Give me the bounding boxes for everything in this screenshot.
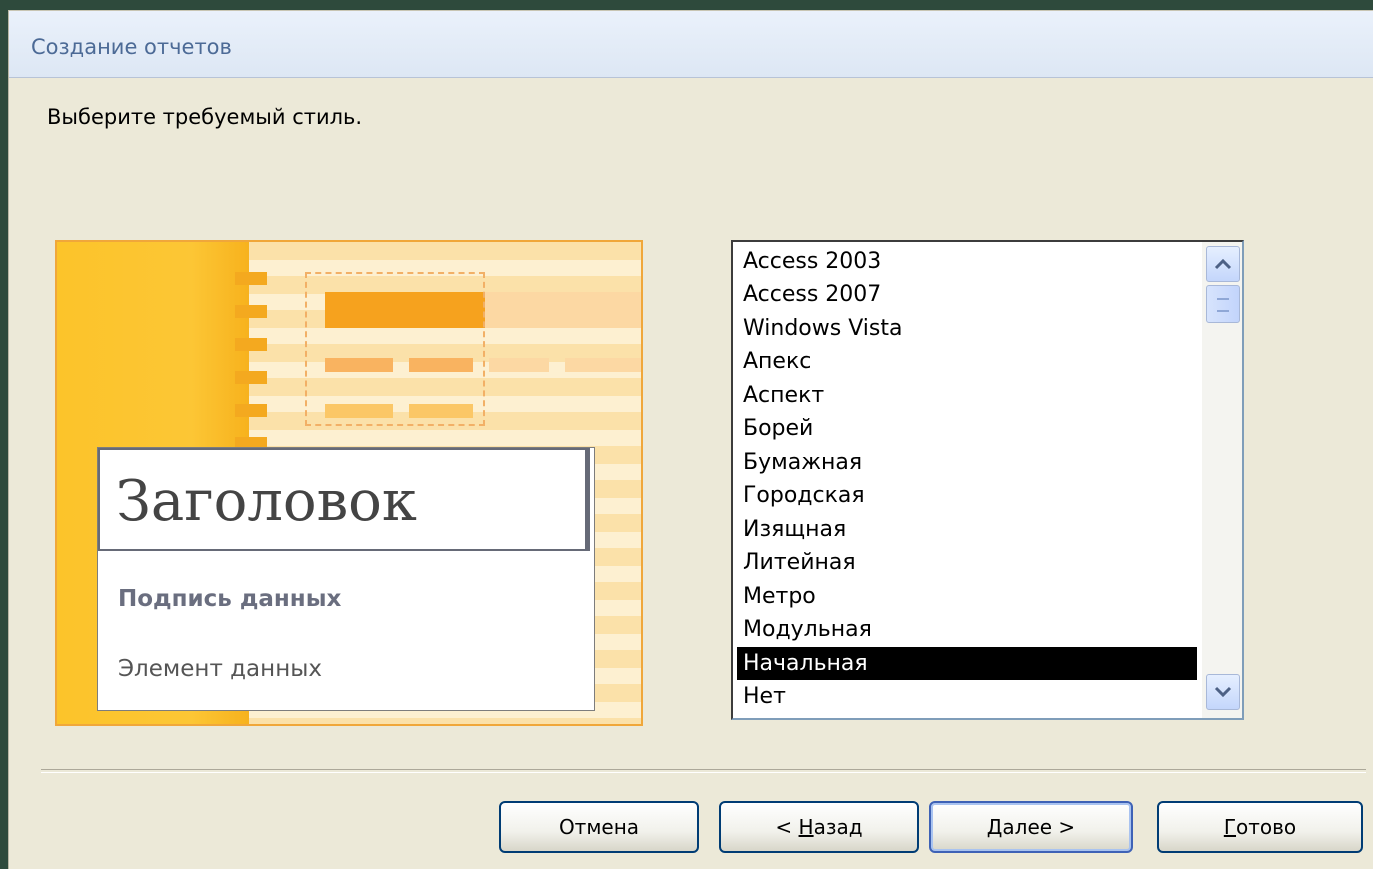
preview-caption: Подпись данных <box>118 586 342 612</box>
finish-button[interactable]: Готово <box>1157 801 1363 853</box>
finish-button-mnemonic: Г <box>1223 815 1237 839</box>
style-option[interactable]: Изящная <box>737 513 1197 546</box>
style-option[interactable]: Модульная <box>737 613 1197 646</box>
chevron-down-icon[interactable] <box>1206 674 1240 710</box>
style-option[interactable]: Бумажная <box>737 446 1197 479</box>
style-option-selected[interactable]: Начальная <box>737 647 1197 680</box>
style-option[interactable]: Нет <box>737 680 1197 713</box>
style-option[interactable]: Городская <box>737 479 1197 512</box>
style-option[interactable]: Апекс <box>737 345 1197 378</box>
next-button-mnemonic: Д <box>986 815 1003 839</box>
finish-button-label: отово <box>1236 815 1297 839</box>
style-option[interactable]: Access 2003 <box>737 245 1197 278</box>
style-option[interactable]: Литейная <box>737 546 1197 579</box>
back-button-mnemonic: Н <box>798 815 814 839</box>
preview-selection-outline <box>305 272 485 426</box>
preview-binding-tab <box>235 371 267 384</box>
style-option[interactable]: Windows Vista <box>737 312 1197 345</box>
back-button-prefix: < <box>775 815 799 839</box>
preview-field-bar-light <box>565 358 641 372</box>
preview-data-item: Элемент данных <box>118 656 323 682</box>
cancel-button-label: Отмена <box>558 815 640 839</box>
style-preview: Заголовок Подпись данных Элемент данных <box>55 240 643 726</box>
style-option[interactable]: Борей <box>737 412 1197 445</box>
header-band: Создание отчетов <box>9 11 1373 78</box>
preview-header-bar-light <box>485 292 641 328</box>
style-option[interactable]: Аспект <box>737 379 1197 412</box>
preview-binding-tab <box>235 305 267 318</box>
next-button[interactable]: Далее > <box>929 801 1133 853</box>
chevron-up-icon[interactable] <box>1206 246 1240 282</box>
preview-binding-tab <box>235 272 267 285</box>
style-option[interactable]: Метро <box>737 580 1197 613</box>
next-button-label: алее > <box>1002 815 1076 839</box>
preview-binding-tab <box>235 338 267 351</box>
list-scrollbar[interactable] <box>1202 242 1242 718</box>
back-button-label: азад <box>813 815 863 839</box>
preview-card: Заголовок Подпись данных Элемент данных <box>97 447 595 711</box>
instruction-text: Выберите требуемый стиль. <box>47 105 363 129</box>
back-button[interactable]: < Назад <box>719 801 919 853</box>
style-option[interactable]: Access 2007 <box>737 278 1197 311</box>
style-listbox[interactable]: Access 2003 Access 2007 Windows Vista Ап… <box>731 240 1244 720</box>
separator-line <box>41 769 1366 773</box>
preview-binding-tab <box>235 404 267 417</box>
cancel-button[interactable]: Отмена <box>499 801 699 853</box>
dialog-title: Создание отчетов <box>31 35 232 59</box>
preview-heading: Заголовок <box>98 448 590 551</box>
report-wizard-dialog: Создание отчетов Выберите требуемый стил… <box>8 10 1373 869</box>
preview-field-bar-light <box>489 358 549 372</box>
scrollbar-thumb[interactable] <box>1206 285 1240 323</box>
